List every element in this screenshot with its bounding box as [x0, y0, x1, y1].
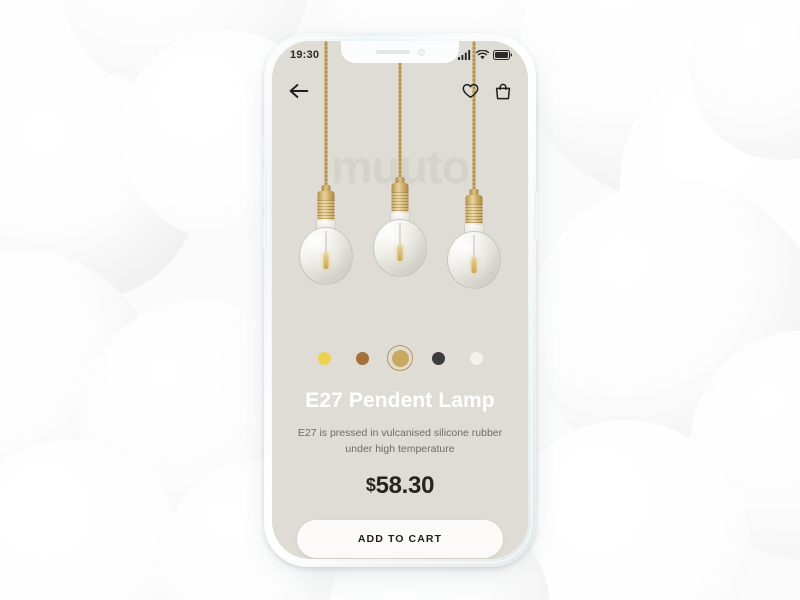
arrow-left-icon — [289, 84, 309, 98]
bulb-filament-stem — [325, 231, 327, 253]
wishlist-button[interactable] — [462, 83, 479, 99]
product-price: $58.30 — [288, 472, 512, 500]
navigation-bar — [272, 71, 528, 111]
power-button[interactable] — [535, 191, 538, 241]
swatch-dot — [355, 351, 369, 365]
product-description: E27 is pressed in vulcanised silicone ru… — [297, 427, 503, 456]
lamp-socket — [391, 183, 409, 213]
nav-actions — [462, 83, 511, 100]
signal-icon — [458, 50, 471, 60]
swatch-dot — [317, 351, 331, 365]
battery-icon — [493, 50, 512, 60]
color-swatch-charcoal[interactable] — [425, 345, 451, 371]
swatch-dot — [469, 351, 483, 365]
bulb-filament — [323, 253, 329, 269]
swatch-dot — [431, 351, 445, 365]
cart-button[interactable] — [495, 83, 511, 100]
bulb-filament-stem — [399, 223, 401, 245]
add-to-cart-button[interactable]: ADD TO CART — [297, 520, 503, 558]
status-icons — [458, 50, 512, 60]
status-time: 19:30 — [290, 49, 320, 61]
swatch-dot — [391, 349, 409, 367]
product-title: E27 Pendent Lamp — [305, 389, 495, 412]
heart-icon — [462, 83, 479, 98]
volume-up-button[interactable] — [262, 173, 265, 207]
phone-mockup: muuto 19:30 E27 Pendent Lamp E27 is pres… — [262, 33, 538, 571]
wifi-icon — [476, 50, 489, 60]
phone-screen: muuto 19:30 E27 Pendent Lamp E27 is pres… — [272, 41, 528, 559]
back-button[interactable] — [289, 83, 310, 99]
color-swatch-brown[interactable] — [349, 345, 375, 371]
price-currency: $ — [365, 474, 376, 495]
product-info: E27 Pendent Lamp E27 is pressed in vulca… — [272, 389, 528, 500]
lamp-socket — [465, 195, 483, 225]
volume-down-button[interactable] — [262, 217, 265, 251]
front-camera-icon — [417, 48, 425, 56]
bulb-filament — [397, 245, 403, 261]
bulb-filament-stem — [473, 235, 475, 257]
notch — [341, 41, 459, 63]
earpiece-speaker-icon — [375, 50, 410, 54]
bulb-filament — [471, 257, 477, 273]
color-swatch-white[interactable] — [463, 345, 489, 371]
phone-body: muuto 19:30 E27 Pendent Lamp E27 is pres… — [262, 33, 538, 567]
color-swatch-list — [272, 343, 528, 373]
lamp-socket — [317, 191, 335, 221]
color-swatch-brass-gold[interactable] — [387, 345, 413, 371]
color-swatch-yellow[interactable] — [311, 345, 337, 371]
price-value: 58.30 — [375, 471, 435, 499]
shopping-bag-icon — [495, 83, 511, 99]
mute-switch-button[interactable] — [262, 137, 265, 157]
